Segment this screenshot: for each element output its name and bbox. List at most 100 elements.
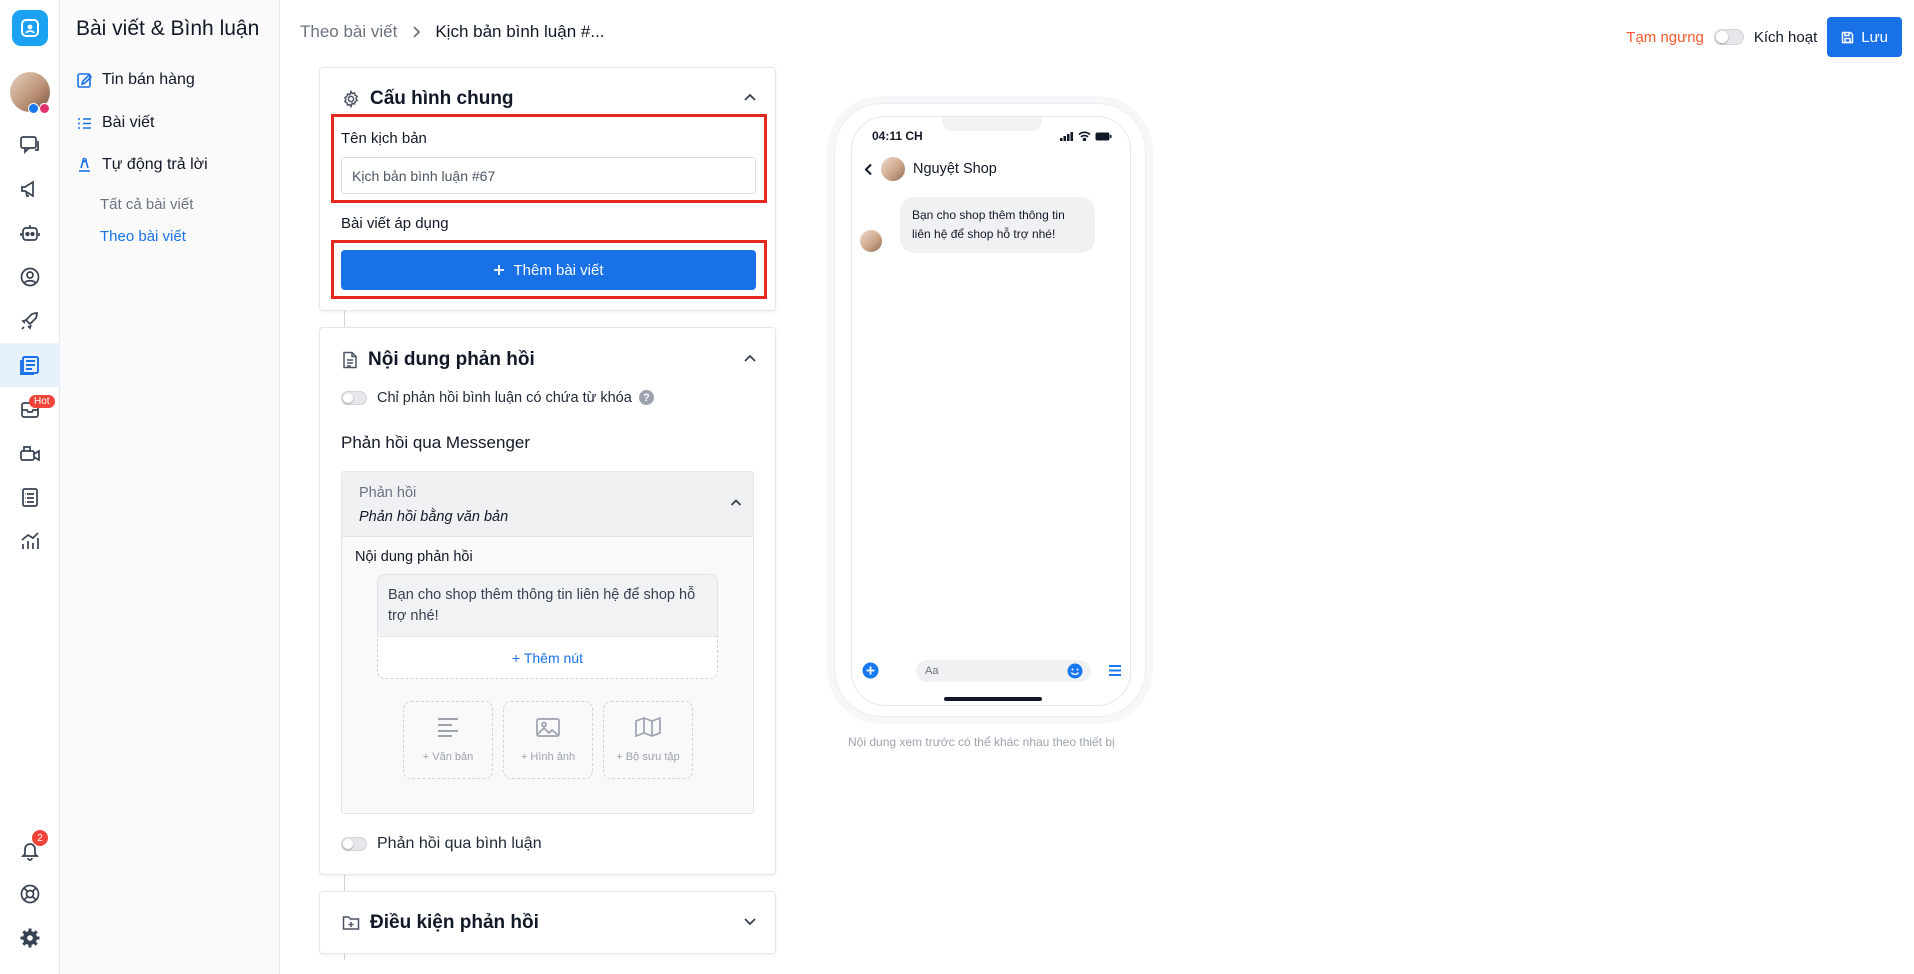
chat-icon[interactable] [0, 123, 60, 167]
plus-circle-icon [862, 662, 879, 679]
plus-icon [494, 265, 505, 275]
reply-conditions-title: Điều kiện phản hồi [370, 912, 539, 933]
instagram-icon [39, 103, 50, 114]
sidebar-item-label: Bài viết [102, 114, 155, 131]
status-icons [1060, 131, 1112, 141]
add-image-tile[interactable]: + Hình ảnh [503, 701, 593, 779]
scenario-name-value: Kịch bản bình luận #67 [352, 167, 496, 184]
add-post-button[interactable]: Thêm bài viết [341, 250, 756, 290]
save-button[interactable]: Lưu [1827, 17, 1902, 57]
help-question-icon[interactable]: ? [639, 390, 654, 405]
composer-input: Aa [916, 660, 1091, 682]
chevron-right-icon [413, 26, 421, 38]
reply-message-text[interactable]: Bạn cho shop thêm thông tin liên hệ để s… [377, 574, 718, 636]
breadcrumb-current: Kịch bản bình luận #... [435, 22, 605, 41]
reply-type-value: Phản hồi bằng văn bản [359, 509, 509, 525]
message-avatar [860, 230, 882, 252]
menu-icon [1109, 665, 1121, 676]
keyword-only-label: Chỉ phản hồi bình luận có chứa từ khóa [377, 390, 632, 406]
list-icon [78, 117, 91, 129]
comment-reply-toggle[interactable] [341, 837, 367, 851]
map-gallery-icon [635, 717, 661, 737]
sidebar-title: Bài viết & Bình luận [76, 17, 260, 40]
chevron-up-icon[interactable] [743, 92, 757, 102]
chat-header: Nguyệt Shop [864, 157, 997, 181]
scenario-name-label: Tên kịch bản [341, 130, 427, 147]
phone-screen: 04:11 CH Nguyệt Shop Bạn cho shop thêm t… [851, 116, 1131, 706]
sidebar-subitem-all-posts[interactable]: Tất cả bài viết [100, 196, 193, 213]
help-lifebuoy-icon[interactable] [0, 872, 60, 916]
chevron-down-icon[interactable] [743, 917, 757, 927]
scenario-name-input[interactable]: Kịch bản bình luận #67 [341, 157, 756, 194]
app-logo-icon[interactable] [12, 10, 48, 46]
wifi-icon [1078, 131, 1091, 141]
rocket-icon[interactable] [0, 299, 60, 343]
edit-note-icon [77, 72, 93, 88]
settings-gear-icon[interactable] [0, 916, 60, 960]
back-arrow-icon[interactable] [864, 163, 873, 176]
auto-reply-icon [79, 157, 90, 172]
video-camera-icon[interactable] [0, 431, 60, 475]
robot-icon[interactable] [0, 211, 60, 255]
analytics-icon[interactable] [0, 519, 60, 563]
activation-toggle[interactable] [1713, 29, 1744, 45]
sidebar-item-label: Tin bán hàng [102, 71, 195, 88]
signal-icon [1060, 131, 1073, 141]
secondary-sidebar: Bài viết & Bình luận Tin bán hàng Bài vi… [60, 0, 280, 974]
phone-notch [942, 117, 1042, 131]
sidebar-subitem-by-post[interactable]: Theo bài viết [100, 228, 186, 245]
posts-icon[interactable] [0, 343, 60, 387]
text-lines-icon [438, 718, 458, 737]
add-post-label: Thêm bài viết [513, 261, 604, 279]
shop-avatar [881, 157, 905, 181]
sidebar-item-label: Tự động trả lời [102, 156, 208, 173]
general-config-header[interactable]: Cấu hình chung [342, 88, 514, 110]
add-text-tile[interactable]: + Văn bản [403, 701, 493, 779]
messenger-reply-heading: Phản hồi qua Messenger [341, 433, 531, 452]
header-actions: Tạm ngưng Kích hoạt Lưu [1626, 17, 1902, 57]
status-time: 04:11 CH [872, 129, 923, 143]
reply-type-header[interactable]: Phản hồi Phản hồi bằng văn bản [342, 472, 753, 537]
breadcrumb-parent[interactable]: Theo bài viết [300, 22, 397, 42]
preview-message-bubble: Bạn cho shop thêm thông tin liên hệ để s… [900, 197, 1095, 253]
sidebar-item-auto-reply[interactable]: Tự động trả lời [76, 156, 208, 174]
user-circle-icon[interactable] [0, 255, 60, 299]
icon-rail: Hot 2 [0, 0, 60, 974]
clipboard-list-icon[interactable] [0, 475, 60, 519]
comment-reply-label: Phản hồi qua bình luận [377, 835, 542, 852]
keyword-only-toggle[interactable] [341, 391, 367, 405]
reply-conditions-card: Điều kiện phản hồi [319, 891, 776, 954]
floppy-disk-icon [1842, 31, 1854, 43]
reply-content-header[interactable]: Nội dung phản hồi [342, 349, 535, 371]
add-gallery-label: + Bộ sưu tập [616, 751, 680, 763]
sidebar-item-sales-news[interactable]: Tin bán hàng [76, 71, 195, 89]
gear-icon [343, 90, 359, 108]
preview-disclaimer: Nội dung xem trước có thể khác nhau theo… [848, 735, 1115, 749]
add-gallery-tile[interactable]: + Bộ sưu tập [603, 701, 693, 779]
chevron-up-icon[interactable] [743, 353, 757, 363]
notification-count-badge: 2 [32, 830, 48, 846]
reply-conditions-header[interactable]: Điều kiện phản hồi [342, 912, 539, 934]
emoji-icon [1067, 663, 1083, 679]
hot-badge: Hot [29, 395, 55, 408]
image-icon [536, 717, 560, 737]
bell-icon[interactable] [0, 828, 60, 872]
pause-label: Tạm ngưng [1626, 28, 1704, 46]
chevron-up-icon[interactable] [730, 498, 742, 507]
battery-icon [1095, 132, 1112, 140]
breadcrumb: Theo bài viết Kịch bản bình luận #... [300, 22, 605, 42]
general-config-title: Cấu hình chung [370, 88, 514, 109]
reply-content-label: Nội dung phản hồi [355, 549, 473, 565]
add-text-label: + Văn bản [422, 751, 474, 763]
reply-type-label: Phản hồi [359, 485, 417, 501]
sidebar-item-posts[interactable]: Bài viết [76, 114, 154, 132]
facebook-icon [28, 103, 39, 114]
megaphone-icon[interactable] [0, 167, 60, 211]
applied-posts-label: Bài viết áp dụng [341, 215, 449, 232]
add-button-link[interactable]: + Thêm nút [377, 636, 718, 679]
message-composer: Aa [862, 660, 1122, 682]
phone-preview: 04:11 CH Nguyệt Shop Bạn cho shop thêm t… [834, 103, 1146, 717]
reply-content-title: Nội dung phản hồi [368, 349, 535, 370]
inbox-icon[interactable] [0, 387, 60, 431]
home-indicator [944, 697, 1042, 701]
